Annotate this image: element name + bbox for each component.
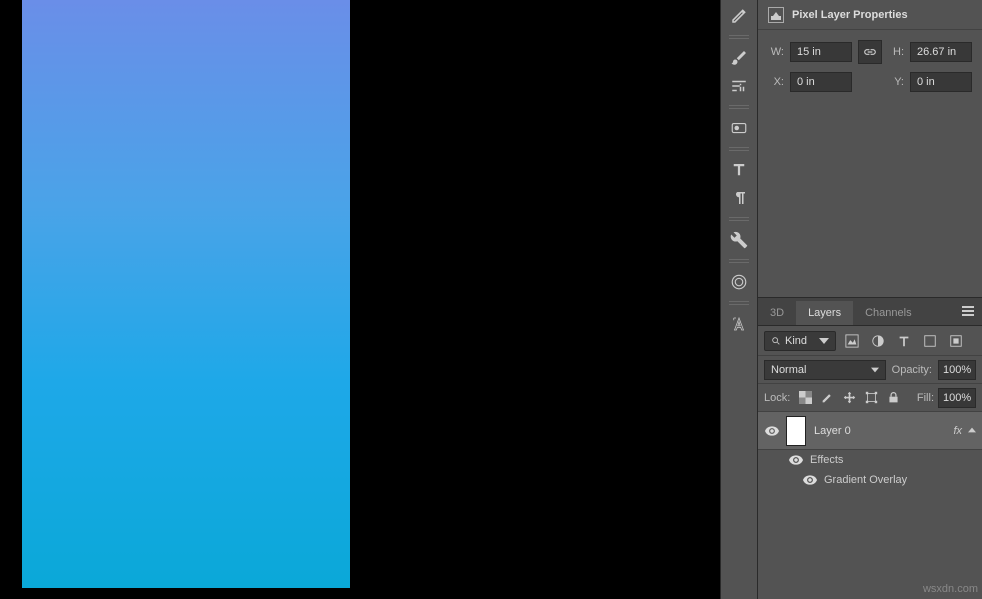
- effects-label: Effects: [810, 454, 843, 466]
- properties-header: Pixel Layer Properties: [758, 0, 982, 30]
- type-icon[interactable]: [723, 156, 755, 184]
- glyphs-icon[interactable]: [723, 310, 755, 338]
- y-label: Y:: [888, 76, 904, 88]
- tab-channels[interactable]: Channels: [853, 301, 923, 325]
- cc-libraries-icon[interactable]: [723, 268, 755, 296]
- separator: [724, 258, 754, 264]
- lock-row: Lock: Fill: 100%: [758, 384, 982, 412]
- layers-panel: 3D Layers Channels Kind Normal: [758, 298, 982, 599]
- canvas-area: [0, 0, 702, 599]
- vertical-tool-strip: [720, 0, 758, 599]
- fill-input[interactable]: 100%: [938, 388, 976, 408]
- visibility-toggle[interactable]: [758, 426, 786, 436]
- effects-row[interactable]: Effects: [758, 450, 982, 470]
- ruler-icon[interactable]: [723, 2, 755, 30]
- gradient-overlay-label: Gradient Overlay: [824, 474, 907, 486]
- separator: [724, 104, 754, 110]
- lock-artboard-icon[interactable]: [862, 389, 880, 407]
- expand-effects-icon[interactable]: [968, 425, 976, 437]
- opacity-label: Opacity:: [892, 364, 932, 376]
- opacity-input[interactable]: 100%: [938, 360, 976, 380]
- lock-pixels-icon[interactable]: [818, 389, 836, 407]
- fill-label: Fill:: [917, 392, 934, 404]
- brush-icon[interactable]: [723, 44, 755, 72]
- visibility-toggle[interactable]: [800, 475, 820, 485]
- width-input[interactable]: 15 in: [790, 42, 852, 62]
- height-input[interactable]: 26.67 in: [910, 42, 972, 62]
- filter-smartobject-icon[interactable]: [946, 331, 966, 351]
- filter-pixel-icon[interactable]: [842, 331, 862, 351]
- watermark: wsxdn.com: [923, 583, 978, 595]
- y-input[interactable]: 0 in: [910, 72, 972, 92]
- panel-menu-icon[interactable]: [954, 300, 982, 325]
- blend-mode-row: Normal Opacity: 100%: [758, 356, 982, 384]
- blend-mode-dropdown[interactable]: Normal: [764, 360, 886, 380]
- properties-title: Pixel Layer Properties: [792, 9, 908, 21]
- panel-tabs: 3D Layers Channels: [758, 298, 982, 326]
- separator: [724, 146, 754, 152]
- effect-item-row[interactable]: Gradient Overlay: [758, 470, 982, 490]
- layer-list: Layer 0 fx Effects Gradient Overlay: [758, 412, 982, 490]
- tab-layers[interactable]: Layers: [796, 301, 853, 325]
- right-panel: Pixel Layer Properties W: 15 in H: 26.67…: [758, 0, 982, 599]
- width-label: W:: [768, 46, 784, 58]
- visibility-toggle[interactable]: [786, 455, 806, 465]
- link-dimensions-button[interactable]: [858, 40, 882, 64]
- layer-filter-row: Kind: [758, 326, 982, 356]
- lock-position-icon[interactable]: [840, 389, 858, 407]
- tools-icon[interactable]: [723, 226, 755, 254]
- adjustment-icon[interactable]: [723, 72, 755, 100]
- x-input[interactable]: 0 in: [790, 72, 852, 92]
- kind-filter-dropdown[interactable]: Kind: [764, 331, 836, 351]
- properties-panel: Pixel Layer Properties W: 15 in H: 26.67…: [758, 0, 982, 298]
- layer-row[interactable]: Layer 0 fx: [758, 412, 982, 450]
- separator: [724, 300, 754, 306]
- tab-3d[interactable]: 3D: [758, 301, 796, 325]
- paragraph-icon[interactable]: [723, 184, 755, 212]
- lock-label: Lock:: [764, 392, 790, 404]
- fx-badge[interactable]: fx: [953, 425, 962, 437]
- lock-all-icon[interactable]: [884, 389, 902, 407]
- layer-name[interactable]: Layer 0: [814, 425, 953, 437]
- separator: [724, 216, 754, 222]
- height-label: H:: [888, 46, 904, 58]
- layer-thumbnail[interactable]: [786, 416, 806, 446]
- filter-adjustment-icon[interactable]: [868, 331, 888, 351]
- filter-shape-icon[interactable]: [920, 331, 940, 351]
- filter-type-icon[interactable]: [894, 331, 914, 351]
- document-canvas[interactable]: [22, 0, 350, 588]
- separator: [724, 34, 754, 40]
- mask-icon[interactable]: [723, 114, 755, 142]
- x-label: X:: [768, 76, 784, 88]
- lock-transparency-icon[interactable]: [796, 389, 814, 407]
- pixel-layer-icon: [768, 7, 784, 23]
